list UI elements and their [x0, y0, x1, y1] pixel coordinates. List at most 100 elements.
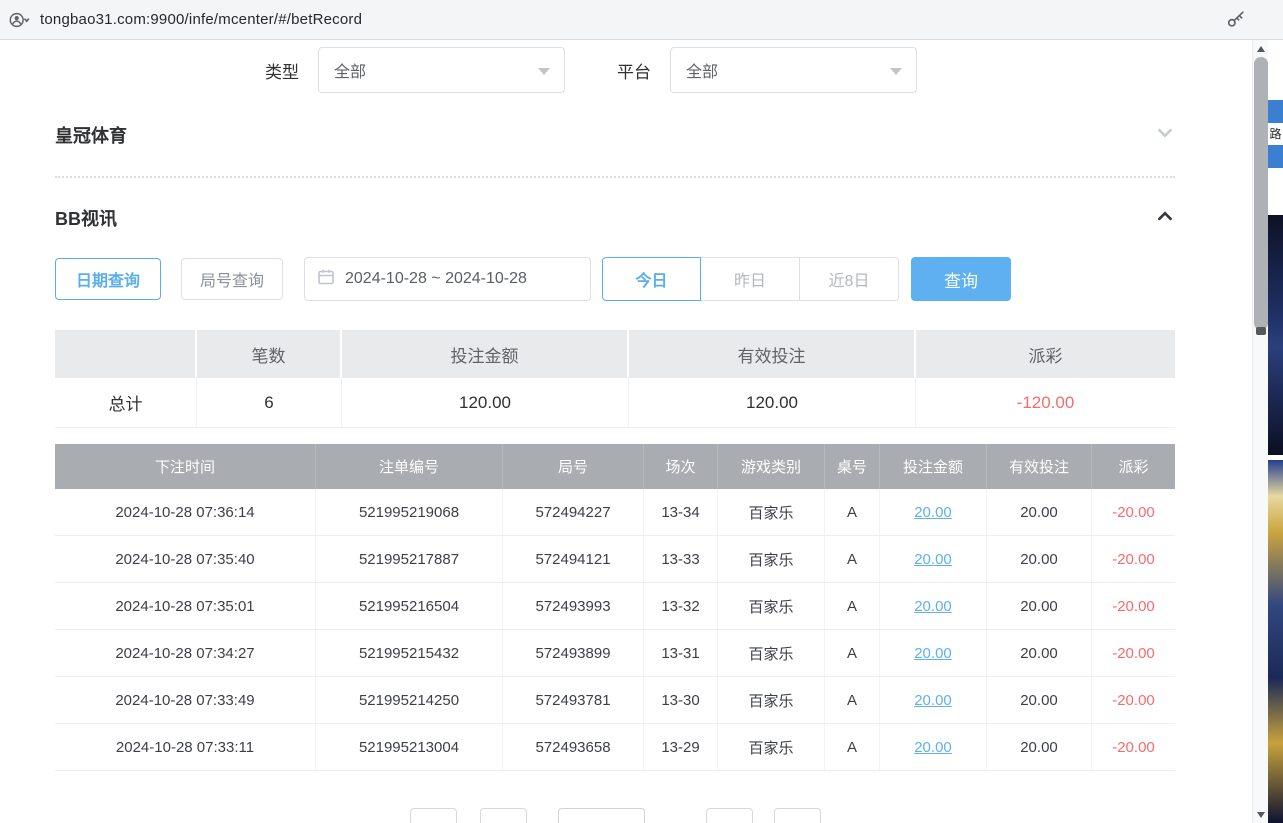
cell-table-no: A — [825, 536, 880, 582]
table-row: 2024-10-28 07:35:40 521995217887 5724941… — [55, 536, 1175, 583]
quick-range-group: 今日 昨日 近8日 — [602, 257, 899, 301]
cell-session: 13-31 — [644, 630, 718, 676]
summary-total-row: 总计 6 120.00 120.00 -120.00 — [55, 378, 1175, 428]
section-crown-sports[interactable]: 皇冠体育 — [55, 111, 1175, 159]
last-8-days-button[interactable]: 近8日 — [800, 257, 899, 301]
header-game-type: 游戏类别 — [718, 444, 825, 489]
chevron-down-icon[interactable] — [1155, 123, 1175, 148]
cell-bet-no: 521995219068 — [316, 489, 503, 535]
type-select-value: 全部 — [334, 58, 366, 82]
yesterday-button[interactable]: 昨日 — [701, 257, 800, 301]
promo-image[interactable] — [1268, 460, 1283, 823]
summary-header-row: 笔数 投注金额 有效投注 派彩 — [55, 330, 1175, 378]
summary-table: 笔数 投注金额 有效投注 派彩 总计 6 120.00 120.00 -120.… — [55, 330, 1175, 428]
cell-bet-no: 521995213004 — [316, 724, 503, 770]
profile-icon[interactable] — [8, 9, 30, 31]
platform-label: 平台 — [617, 58, 651, 83]
cell-round-no: 572493899 — [503, 630, 644, 676]
table-row: 2024-10-28 07:34:27 521995215432 5724938… — [55, 630, 1175, 677]
promo-image[interactable] — [1268, 215, 1283, 455]
cell-bet-time: 2024-10-28 07:33:11 — [55, 724, 316, 770]
search-button[interactable]: 查询 — [911, 257, 1011, 301]
url-text[interactable]: tongbao31.com:9900/infe/mcenter/#/betRec… — [40, 11, 362, 28]
pagination — [55, 808, 1175, 823]
cell-round-no: 572493993 — [503, 583, 644, 629]
cell-valid-bet: 20.00 — [987, 536, 1092, 582]
summary-count-value: 6 — [197, 378, 342, 427]
cell-valid-bet: 20.00 — [987, 489, 1092, 535]
platform-select-value: 全部 — [686, 58, 718, 82]
cell-round-no: 572494227 — [503, 489, 644, 535]
cell-game-type: 百家乐 — [718, 489, 825, 535]
bet-amount-link[interactable]: 20.00 — [914, 551, 952, 568]
cell-table-no: A — [825, 630, 880, 676]
cell-round-no: 572494121 — [503, 536, 644, 582]
header-table-no: 桌号 — [825, 444, 880, 489]
cell-session: 13-33 — [644, 536, 718, 582]
cell-bet-amount: 20.00 — [880, 489, 987, 535]
scrollbar-up-arrow[interactable] — [1253, 40, 1269, 57]
cell-session: 13-32 — [644, 583, 718, 629]
chevron-down-icon — [538, 68, 550, 75]
cell-valid-bet: 20.00 — [987, 630, 1092, 676]
cell-bet-amount: 20.00 — [880, 724, 987, 770]
type-select[interactable]: 全部 — [318, 47, 565, 93]
bet-amount-link[interactable]: 20.00 — [914, 739, 952, 756]
date-range-value: 2024-10-28 ~ 2024-10-28 — [345, 270, 527, 288]
cell-bet-time: 2024-10-28 07:33:49 — [55, 677, 316, 723]
summary-header-payout: 派彩 — [916, 330, 1175, 378]
platform-select[interactable]: 全部 — [670, 47, 917, 93]
bet-amount-link[interactable]: 20.00 — [914, 645, 952, 662]
cell-table-no: A — [825, 677, 880, 723]
route-widget[interactable]: 路 — [1268, 100, 1283, 168]
header-session: 场次 — [644, 444, 718, 489]
date-query-button[interactable]: 日期查询 — [55, 258, 161, 300]
scrollbar-thumb[interactable] — [1254, 57, 1268, 330]
bet-amount-link[interactable]: 20.00 — [914, 692, 952, 709]
table-row: 2024-10-28 07:33:49 521995214250 5724937… — [55, 677, 1175, 724]
pagination-next-button[interactable] — [706, 808, 753, 823]
cell-bet-no: 521995214250 — [316, 677, 503, 723]
cell-bet-amount: 20.00 — [880, 536, 987, 582]
right-side-widgets: 路 — [1268, 40, 1283, 823]
chevron-up-icon[interactable] — [1155, 206, 1175, 231]
header-bet-time: 下注时间 — [55, 444, 316, 489]
crown-sports-title: 皇冠体育 — [55, 122, 127, 148]
pagination-page-input[interactable] — [558, 808, 645, 823]
bet-amount-link[interactable]: 20.00 — [914, 504, 952, 521]
bet-amount-link[interactable]: 20.00 — [914, 598, 952, 615]
cell-bet-amount: 20.00 — [880, 630, 987, 676]
cell-round-no: 572493658 — [503, 724, 644, 770]
summary-header-bet-amount: 投注金额 — [342, 330, 629, 378]
cell-game-type: 百家乐 — [718, 583, 825, 629]
cell-session: 13-34 — [644, 489, 718, 535]
header-payout: 派彩 — [1092, 444, 1175, 489]
cell-payout: -20.00 — [1092, 630, 1175, 676]
today-button[interactable]: 今日 — [602, 257, 701, 301]
cell-payout: -20.00 — [1092, 677, 1175, 723]
pagination-last-button[interactable] — [774, 808, 821, 823]
scrollbar[interactable] — [1252, 40, 1268, 823]
cell-payout: -20.00 — [1092, 489, 1175, 535]
pagination-prev-button[interactable] — [480, 808, 527, 823]
summary-valid-bet-value: 120.00 — [629, 378, 916, 427]
section-bb-video[interactable]: BB视讯 — [55, 194, 1175, 242]
summary-bet-amount-value: 120.00 — [342, 378, 629, 427]
scrollbar-down-arrow[interactable] — [1253, 806, 1269, 823]
cell-payout: -20.00 — [1092, 583, 1175, 629]
cell-table-no: A — [825, 724, 880, 770]
cell-table-no: A — [825, 489, 880, 535]
round-query-button[interactable]: 局号查询 — [181, 258, 283, 300]
cell-bet-amount: 20.00 — [880, 677, 987, 723]
header-valid-bet: 有效投注 — [987, 444, 1092, 489]
filter-row: 类型 全部 平台 全部 — [55, 47, 1175, 93]
cell-round-no: 572493781 — [503, 677, 644, 723]
bb-video-title: BB视讯 — [55, 205, 117, 231]
cell-bet-amount: 20.00 — [880, 583, 987, 629]
password-key-icon[interactable] — [1225, 9, 1247, 36]
bet-records-table: 下注时间 注单编号 局号 场次 游戏类别 桌号 投注金额 有效投注 派彩 202… — [55, 444, 1175, 771]
date-range-input[interactable]: 2024-10-28 ~ 2024-10-28 — [304, 257, 591, 301]
pagination-first-button[interactable] — [410, 808, 457, 823]
cell-valid-bet: 20.00 — [987, 583, 1092, 629]
summary-header-count: 笔数 — [197, 330, 342, 378]
